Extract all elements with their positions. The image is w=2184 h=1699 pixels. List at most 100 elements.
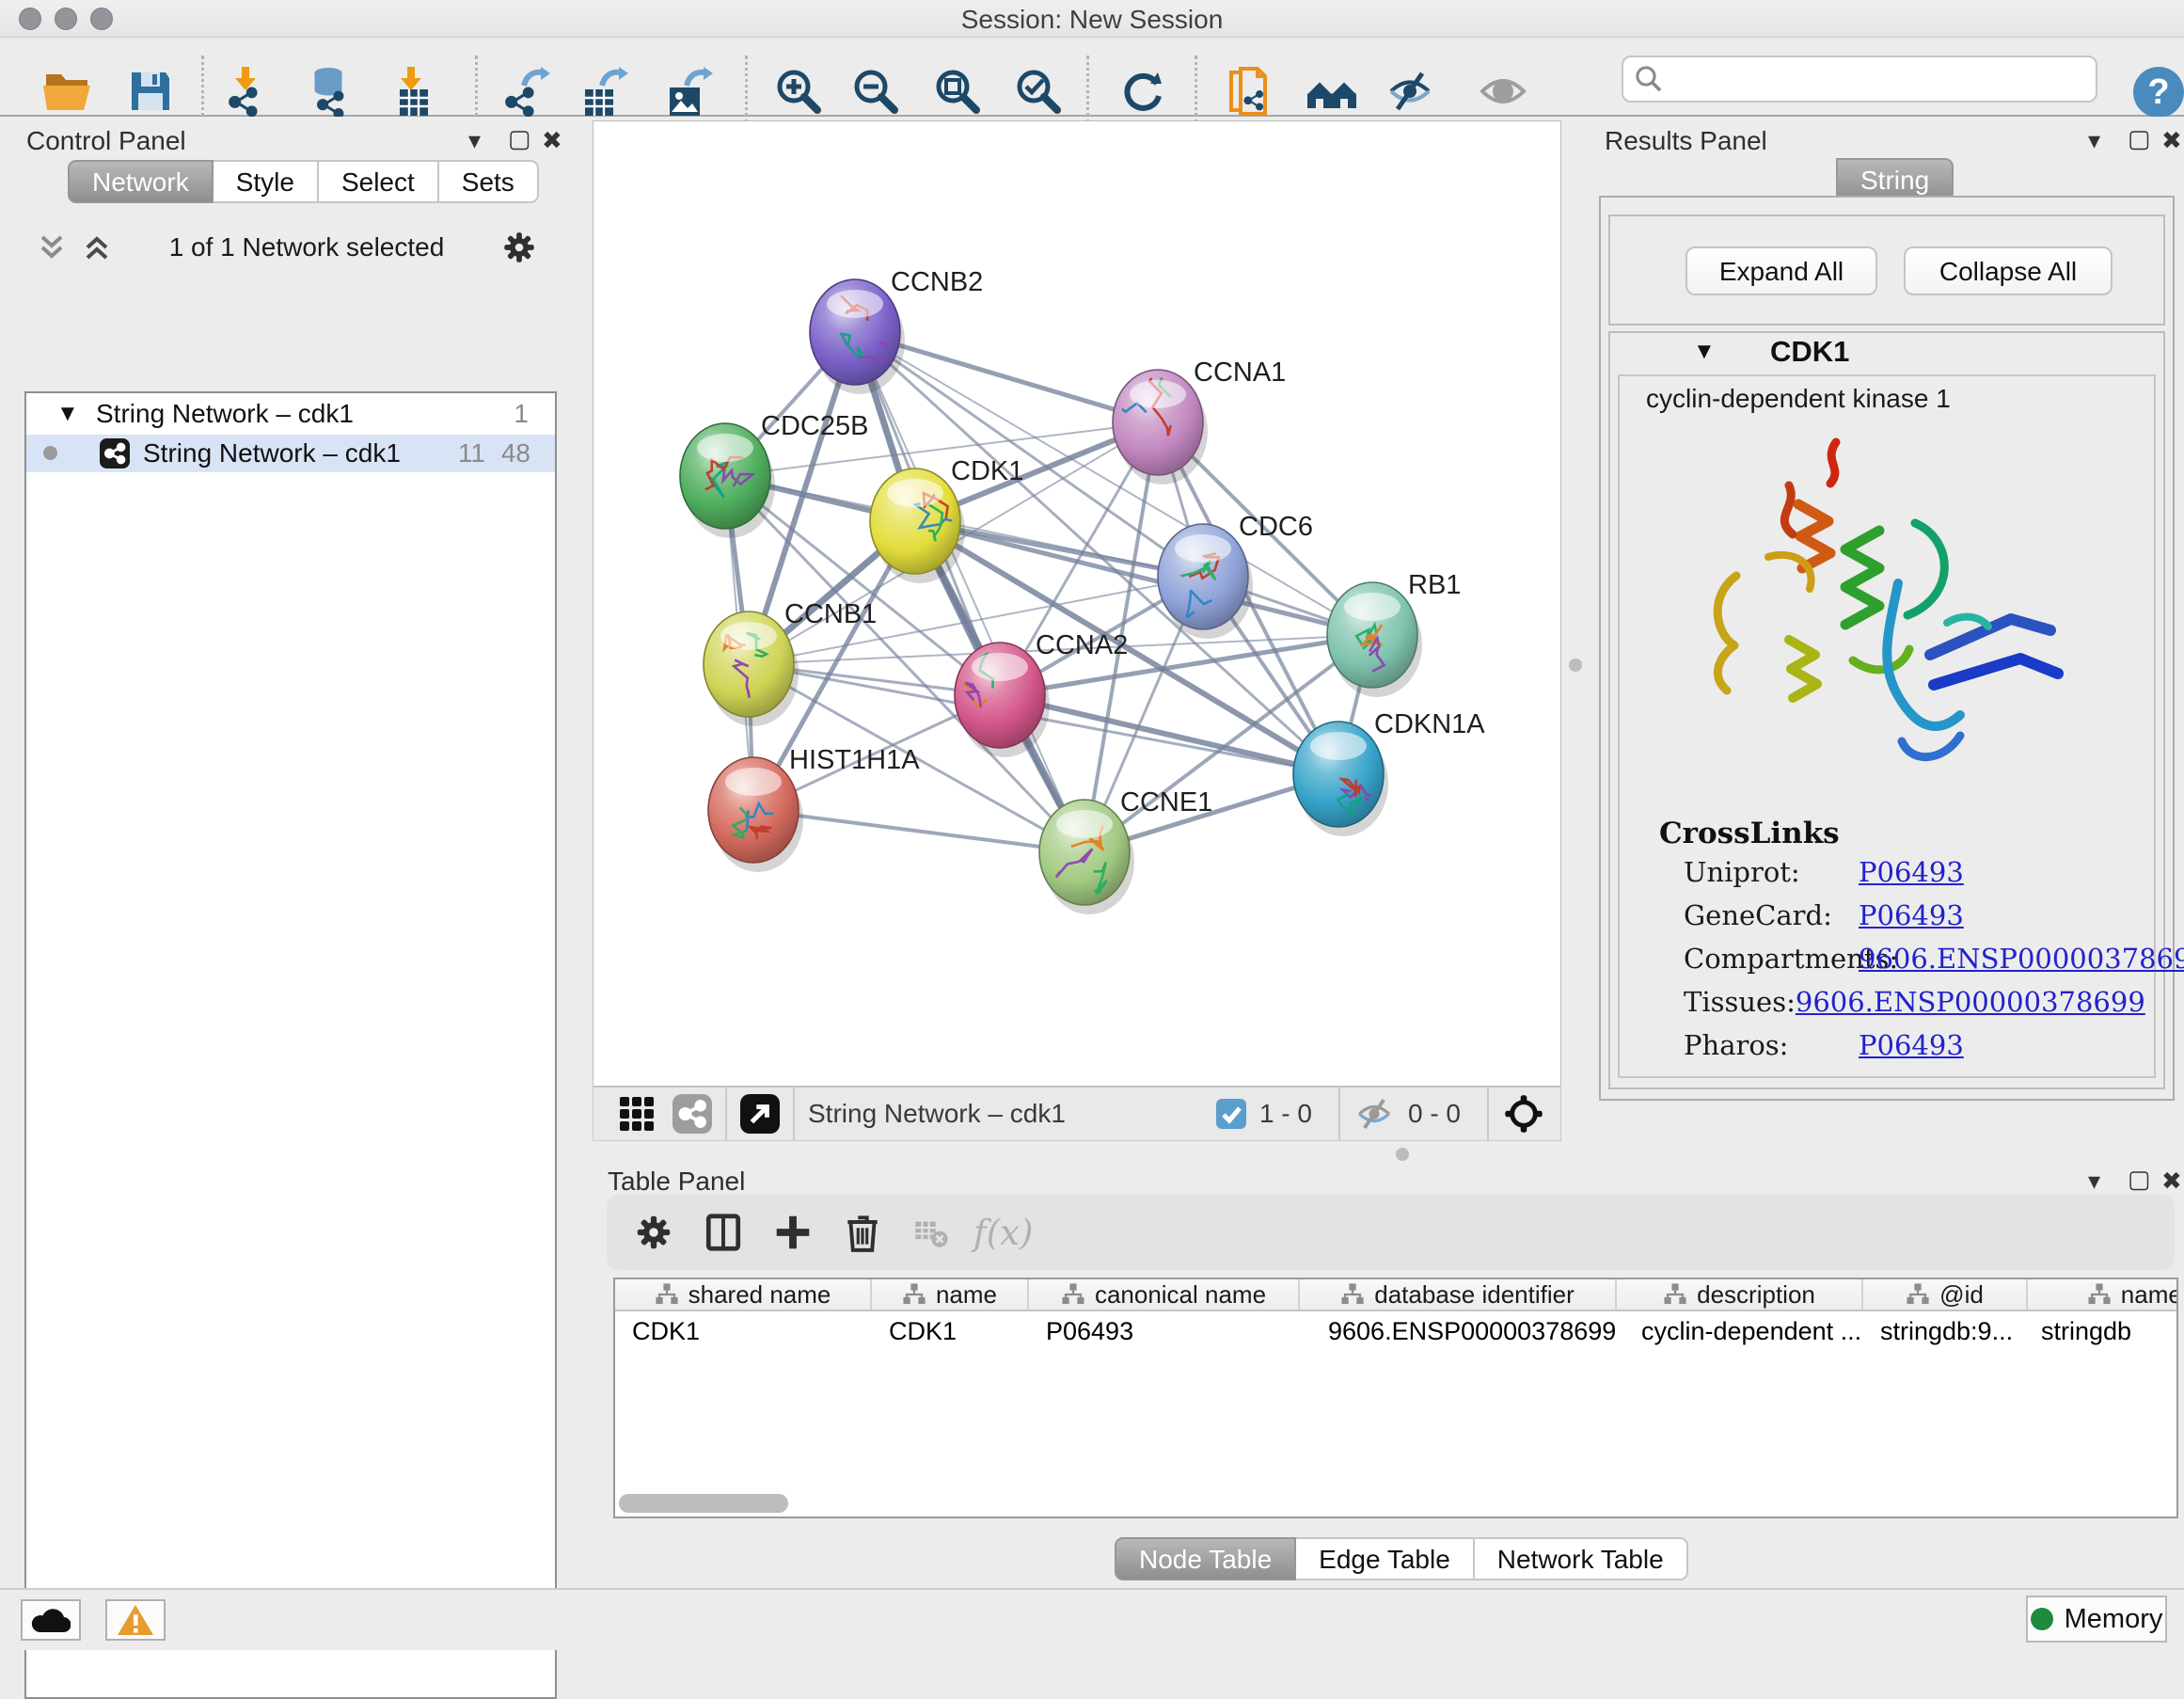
- warning-status-button[interactable]: [105, 1599, 166, 1641]
- results-panel-title: Results Panel: [1605, 126, 1767, 156]
- panel-float-icon[interactable]: ▢: [508, 124, 531, 153]
- selected-checkbox-icon[interactable]: [1216, 1099, 1246, 1129]
- column-header[interactable]: namespace: [2028, 1279, 2178, 1310]
- network-node-CDC25B[interactable]: CDC25B: [680, 411, 868, 538]
- tab-network[interactable]: Network: [68, 160, 214, 203]
- network-node-CDK1[interactable]: CDK1: [870, 456, 1023, 583]
- column-header[interactable]: description: [1617, 1279, 1863, 1310]
- crosslink-pharos[interactable]: P06493: [1859, 1029, 1964, 1072]
- tree-expand-icon[interactable]: ▼: [56, 401, 79, 427]
- search-input[interactable]: [1674, 60, 2096, 98]
- column-header[interactable]: @id: [1863, 1279, 2028, 1310]
- network-row-selected[interactable]: String Network – cdk1 11 48: [26, 435, 555, 472]
- memory-status-dot: [2031, 1608, 2053, 1630]
- control-panel-title: Control Panel: [26, 126, 186, 156]
- cell-namespace[interactable]: stringdb: [2028, 1313, 2178, 1349]
- network-node-CCNE1[interactable]: CCNE1: [1039, 787, 1212, 914]
- panel-close-icon[interactable]: ✖: [2161, 1167, 2182, 1196]
- panel-float-icon[interactable]: ▢: [2128, 1165, 2151, 1194]
- zoom-fit-icon[interactable]: [929, 63, 986, 119]
- session-documents-icon[interactable]: [1222, 63, 1278, 119]
- control-panel-tabs: Network Style Select Sets: [68, 160, 539, 203]
- tab-network-table[interactable]: Network Table: [1475, 1537, 1688, 1580]
- network-collection-row[interactable]: ▼ String Network – cdk1 1: [26, 399, 555, 435]
- toolbar-search: [1622, 56, 2097, 103]
- hidden-count: 0 - 0: [1408, 1099, 1461, 1129]
- cell-id[interactable]: stringdb:9...: [1863, 1313, 2028, 1349]
- column-header[interactable]: name: [872, 1279, 1029, 1310]
- splitter-handle[interactable]: [1569, 659, 1582, 672]
- network-node-CCNA1[interactable]: CCNA1: [1088, 357, 1287, 484]
- section-collapse-icon[interactable]: ▼: [1693, 339, 1716, 365]
- cell-description[interactable]: cyclin-dependent ...: [1617, 1313, 1863, 1349]
- export-image-icon[interactable]: [660, 63, 717, 119]
- column-header[interactable]: shared name: [615, 1279, 872, 1310]
- zoom-selected-icon[interactable]: [1010, 63, 1067, 119]
- collapse-all-button[interactable]: Collapse All: [1904, 246, 2113, 295]
- tab-edge-table[interactable]: Edge Table: [1296, 1537, 1475, 1580]
- fit-content-crosshair-icon[interactable]: [1502, 1092, 1545, 1135]
- horizontal-scrollbar-thumb[interactable]: [619, 1494, 788, 1513]
- show-columns-icon[interactable]: [703, 1212, 744, 1253]
- cell-name[interactable]: CDK1: [872, 1313, 1029, 1349]
- export-network-icon[interactable]: [498, 63, 554, 119]
- delete-column-trash-icon[interactable]: [842, 1212, 883, 1253]
- panel-menu-icon[interactable]: ▾: [2088, 1167, 2100, 1196]
- create-column-plus-icon[interactable]: [772, 1212, 814, 1253]
- network-node-HIST1H1A[interactable]: HIST1H1A: [708, 745, 920, 872]
- crosslink-compartments[interactable]: 9606.ENSP00000378699: [1859, 943, 2184, 986]
- cloud-status-button[interactable]: [21, 1599, 81, 1641]
- open-file-icon[interactable]: [39, 63, 95, 119]
- table-panel-title: Table Panel: [608, 1167, 745, 1197]
- node-label: CDC6: [1239, 512, 1313, 542]
- panel-menu-icon[interactable]: ▾: [468, 126, 481, 155]
- network-node-CDKN1A[interactable]: CDKN1A: [1293, 709, 1485, 836]
- network-node-CCNA2[interactable]: CCNA2: [950, 630, 1128, 757]
- import-table-file-icon[interactable]: [385, 63, 441, 119]
- refresh-icon[interactable]: [1115, 63, 1171, 119]
- table-options-gear-icon[interactable]: [633, 1212, 674, 1253]
- export-table-icon[interactable]: [576, 63, 632, 119]
- crosslink-tissues[interactable]: 9606.ENSP00000378699: [1796, 986, 2145, 1029]
- panel-menu-icon[interactable]: ▾: [2088, 126, 2100, 155]
- tab-style[interactable]: Style: [214, 160, 319, 203]
- cell-shared-name[interactable]: CDK1: [615, 1313, 872, 1349]
- crosslink-uniprot[interactable]: P06493: [1859, 856, 1964, 899]
- cell-canonical-name[interactable]: P06493: [1029, 1313, 1300, 1349]
- network-edge-CCNA2-CDKN1A[interactable]: [1000, 695, 1338, 774]
- first-neighbors-icon[interactable]: [1304, 63, 1360, 119]
- node-table[interactable]: shared name name canonical name database…: [613, 1278, 2178, 1518]
- zoom-in-icon[interactable]: [770, 63, 827, 119]
- tab-sets[interactable]: Sets: [439, 160, 539, 203]
- column-header[interactable]: canonical name: [1029, 1279, 1300, 1310]
- hide-selected-icon[interactable]: [1382, 63, 1438, 119]
- network-view-canvas[interactable]: CDK1 CCNB1 CCNB2 CCNA1 CCNA2 CDC25B CDC6 RB1CDK…: [593, 120, 1561, 1087]
- network-node-RB1[interactable]: RB1: [1327, 570, 1461, 697]
- network-node-CCNB2[interactable]: CCNB2: [810, 267, 983, 394]
- zoom-out-icon[interactable]: [847, 63, 904, 119]
- memory-button[interactable]: Memory: [2026, 1596, 2167, 1643]
- birds-eye-view-icon[interactable]: [618, 1095, 656, 1133]
- tab-node-table[interactable]: Node Table: [1115, 1537, 1296, 1580]
- network-node-CCNB1[interactable]: CCNB1: [704, 599, 877, 726]
- tab-select[interactable]: Select: [319, 160, 439, 203]
- panel-float-icon[interactable]: ▢: [2128, 124, 2151, 153]
- network-name: String Network – cdk1: [143, 438, 401, 468]
- open-in-window-icon[interactable]: [740, 1094, 780, 1134]
- expand-all-networks-icon[interactable]: [81, 231, 113, 263]
- network-options-gear-icon[interactable]: [500, 229, 538, 266]
- network-node-CDC6[interactable]: CDC6: [1158, 512, 1313, 639]
- save-session-icon[interactable]: [122, 63, 179, 119]
- table-row[interactable]: CDK1 CDK1 P06493 9606.ENSP00000378699 cy…: [615, 1313, 2178, 1349]
- cell-database-identifier[interactable]: 9606.ENSP00000378699: [1300, 1313, 1617, 1349]
- splitter-handle[interactable]: [1396, 1148, 1409, 1161]
- column-header[interactable]: database identifier: [1300, 1279, 1617, 1310]
- collapse-all-networks-icon[interactable]: [36, 231, 68, 263]
- import-network-database-icon[interactable]: [300, 63, 356, 119]
- import-network-file-icon[interactable]: [219, 63, 276, 119]
- panel-close-icon[interactable]: ✖: [542, 126, 562, 155]
- crosslink-genecard[interactable]: P06493: [1859, 899, 1964, 943]
- panel-close-icon[interactable]: ✖: [2161, 126, 2182, 155]
- expand-all-button[interactable]: Expand All: [1685, 246, 1877, 295]
- help-button[interactable]: ?: [2133, 67, 2184, 118]
